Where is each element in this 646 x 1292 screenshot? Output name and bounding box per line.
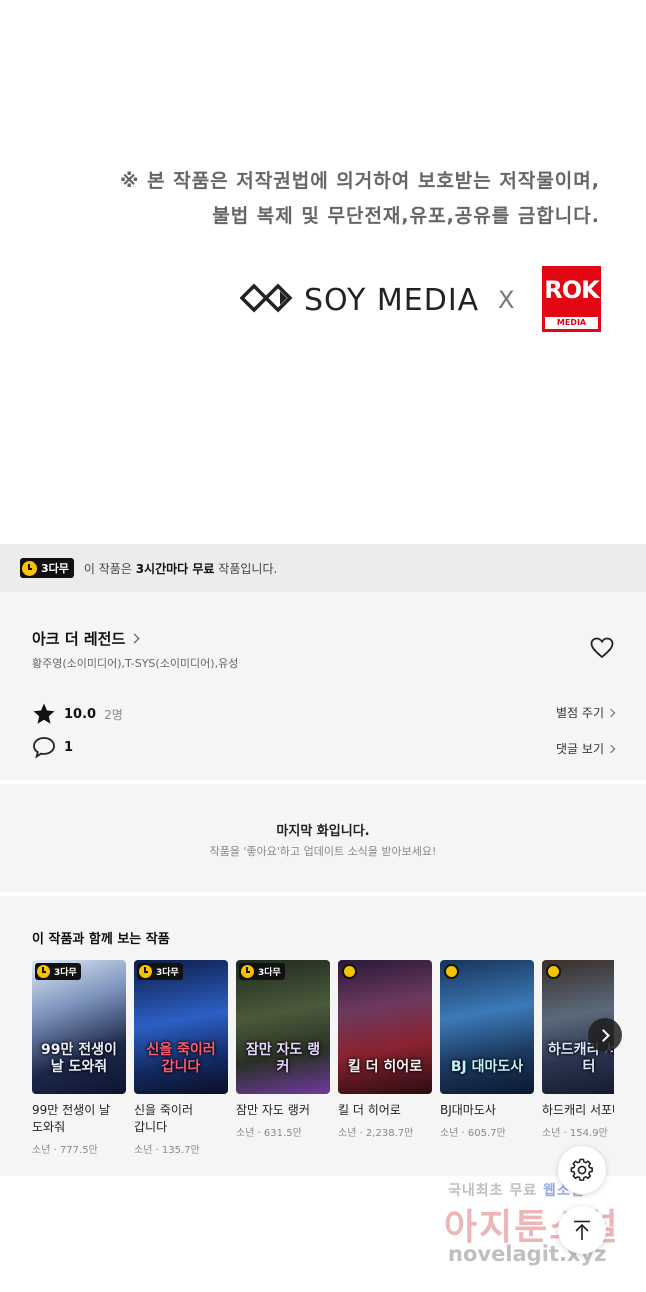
rec-meta: 소년 · 2,238.7만 xyxy=(338,1128,414,1139)
rok-logo-subtext: MEDIA xyxy=(545,317,598,329)
rec-art-title: 신을 죽이러 갑니다 xyxy=(146,1042,216,1075)
work-info-panel: 아크 더 레전드 황주영(소이미디어),T-SYS(소이미디어),유성 10.0… xyxy=(0,592,646,780)
free-badge: 3다무 xyxy=(20,558,74,578)
view-comments-label: 댓글 보기 xyxy=(556,742,604,756)
chevron-right-icon xyxy=(606,708,616,717)
copyright-line-2: 불법 복제 및 무단전재,유포,공유를 금합니다. xyxy=(212,205,600,227)
rec-title[interactable]: 잠만 자도 랭커 xyxy=(236,1102,330,1119)
scroll-top-button[interactable] xyxy=(558,1206,606,1254)
work-title-link[interactable]: 아크 더 레전드 xyxy=(32,628,140,649)
chevron-right-icon xyxy=(606,744,616,753)
rec-art-title: 킬 더 히어로 xyxy=(347,1059,423,1075)
clock-icon xyxy=(546,964,561,979)
free-notice-text: 이 작품은 3시간마다 무료 작품입니다. xyxy=(84,560,277,577)
comment-icon xyxy=(33,737,55,758)
clock-icon xyxy=(37,965,50,978)
chevron-right-icon xyxy=(596,1028,610,1042)
free-badge: 3다무 xyxy=(35,963,81,980)
rec-card[interactable]: 잠만 자도 랭커 3다무 잠만 자도 랭커 소년 · 631.5만 xyxy=(236,960,330,1139)
free-badge-label: 3다무 xyxy=(258,968,281,978)
soy-media-logo-mark xyxy=(240,283,293,313)
clock-icon xyxy=(444,964,459,979)
free-notice-pre: 이 작품은 xyxy=(83,561,136,576)
comment-row: 1 xyxy=(32,736,73,758)
rec-title[interactable]: 하드캐리 서포터 xyxy=(542,1102,614,1119)
rating-row: 10.0 2명 xyxy=(32,702,123,726)
rok-media-logo: ROK MEDIA xyxy=(542,266,601,332)
comment-count: 1 xyxy=(64,739,74,755)
chevron-right-icon xyxy=(129,633,140,644)
work-authors: 황주영(소이미디어),T-SYS(소이미디어),유성 xyxy=(32,657,239,670)
copyright-line-1: ※ 본 작품은 저작권법에 의거하여 보호받는 저작물이며, xyxy=(120,170,600,192)
rec-meta: 소년 · 777.5만 xyxy=(32,1145,98,1156)
rec-art-title: 잠만 자도 랭커 xyxy=(245,1042,321,1075)
rec-art-title: 99만 전생이 날 도와줘 xyxy=(41,1042,117,1075)
rec-card[interactable]: BJ 대마도사 BJ대마도사 소년 · 605.7만 xyxy=(440,960,534,1139)
rate-button[interactable]: 별점 주기 xyxy=(556,704,616,721)
rec-thumbnail[interactable]: BJ 대마도사 xyxy=(440,960,534,1094)
free-notice-bold: 3시간마다 무료 xyxy=(135,561,215,576)
star-icon xyxy=(33,703,55,724)
free-badge-label: 3다무 xyxy=(54,968,77,978)
rec-title[interactable]: BJ대마도사 xyxy=(440,1102,534,1119)
rec-thumbnail[interactable]: 잠만 자도 랭커 3다무 xyxy=(236,960,330,1094)
clock-icon xyxy=(139,965,152,978)
rec-title[interactable]: 신을 죽이러 갑니다 xyxy=(134,1102,228,1136)
logo-separator: X xyxy=(498,286,515,314)
rec-card[interactable]: 99만 전생이 날 도와줘 3다무 99만 전생이 날 도와줘 소년 · 777… xyxy=(32,960,126,1156)
recommendations-section: 이 작품과 함께 보는 작품 99만 전생이 날 도와줘 3다무 99만 전생이… xyxy=(0,896,646,1176)
work-title: 아크 더 레전드 xyxy=(32,630,126,648)
last-episode-subtext: 작품을 '좋아요'하고 업데이트 소식을 받아보세요! xyxy=(209,845,437,858)
view-comments-button[interactable]: 댓글 보기 xyxy=(556,740,616,757)
free-badge: 3다무 xyxy=(239,963,285,980)
publisher-logos: SOY MEDIA X ROK MEDIA xyxy=(240,266,602,332)
clock-icon xyxy=(22,560,37,576)
rec-thumbnail[interactable]: 킬 더 히어로 xyxy=(338,960,432,1094)
free-badge-label: 3다무 xyxy=(156,968,179,978)
rec-meta: 소년 · 135.7만 xyxy=(134,1145,200,1156)
free-badge: 3다무 xyxy=(137,963,183,980)
rating-score: 10.0 xyxy=(64,706,97,722)
rate-button-label: 별점 주기 xyxy=(556,706,604,720)
last-episode-heading: 마지막 화입니다. xyxy=(276,824,370,839)
arrow-up-icon xyxy=(574,1220,590,1240)
gear-icon xyxy=(570,1158,593,1181)
rok-logo-text: ROK xyxy=(544,276,599,304)
rec-thumbnail[interactable]: 신을 죽이러 갑니다 3다무 xyxy=(134,960,228,1094)
free-notice-post: 작품입니다. xyxy=(214,561,278,576)
free-notice-bar: 3다무 이 작품은 3시간마다 무료 작품입니다. xyxy=(0,544,646,592)
rec-title[interactable]: 99만 전생이 날 도와줘 xyxy=(32,1102,126,1136)
rec-meta: 소년 · 631.5만 xyxy=(236,1128,302,1139)
watermark-line-1a: 국내최초 무료 xyxy=(448,1183,544,1199)
recommendations-carousel: 99만 전생이 날 도와줘 3다무 99만 전생이 날 도와줘 소년 · 777… xyxy=(32,960,614,1170)
last-episode-notice: 마지막 화입니다. 작품을 '좋아요'하고 업데이트 소식을 받아보세요! xyxy=(0,784,646,892)
rec-title[interactable]: 킬 더 히어로 xyxy=(338,1102,432,1119)
rec-card[interactable]: 킬 더 히어로 킬 더 히어로 소년 · 2,238.7만 xyxy=(338,960,432,1139)
rec-meta: 소년 · 154.9만 xyxy=(542,1128,608,1139)
rec-art-title: BJ 대마도사 xyxy=(450,1059,524,1075)
rating-count: 2명 xyxy=(104,707,123,722)
rec-thumbnail[interactable]: 99만 전생이 날 도와줘 3다무 xyxy=(32,960,126,1094)
rec-meta: 소년 · 605.7만 xyxy=(440,1128,506,1139)
settings-button[interactable] xyxy=(558,1146,606,1194)
heart-icon[interactable] xyxy=(590,637,614,659)
rec-card[interactable]: 신을 죽이러 갑니다 3다무 신을 죽이러 갑니다 소년 · 135.7만 xyxy=(134,960,228,1156)
soy-media-logo-text: SOY MEDIA xyxy=(304,283,480,318)
free-badge-label: 3다무 xyxy=(41,562,69,575)
clock-icon xyxy=(241,965,254,978)
clock-icon xyxy=(342,964,357,979)
copyright-banner: ※ 본 작품은 저작권법에 의거하여 보호받는 저작물이며, 불법 복제 및 무… xyxy=(0,0,646,544)
recommendations-title: 이 작품과 함께 보는 작품 xyxy=(32,932,170,947)
carousel-next-button[interactable] xyxy=(588,1018,622,1052)
